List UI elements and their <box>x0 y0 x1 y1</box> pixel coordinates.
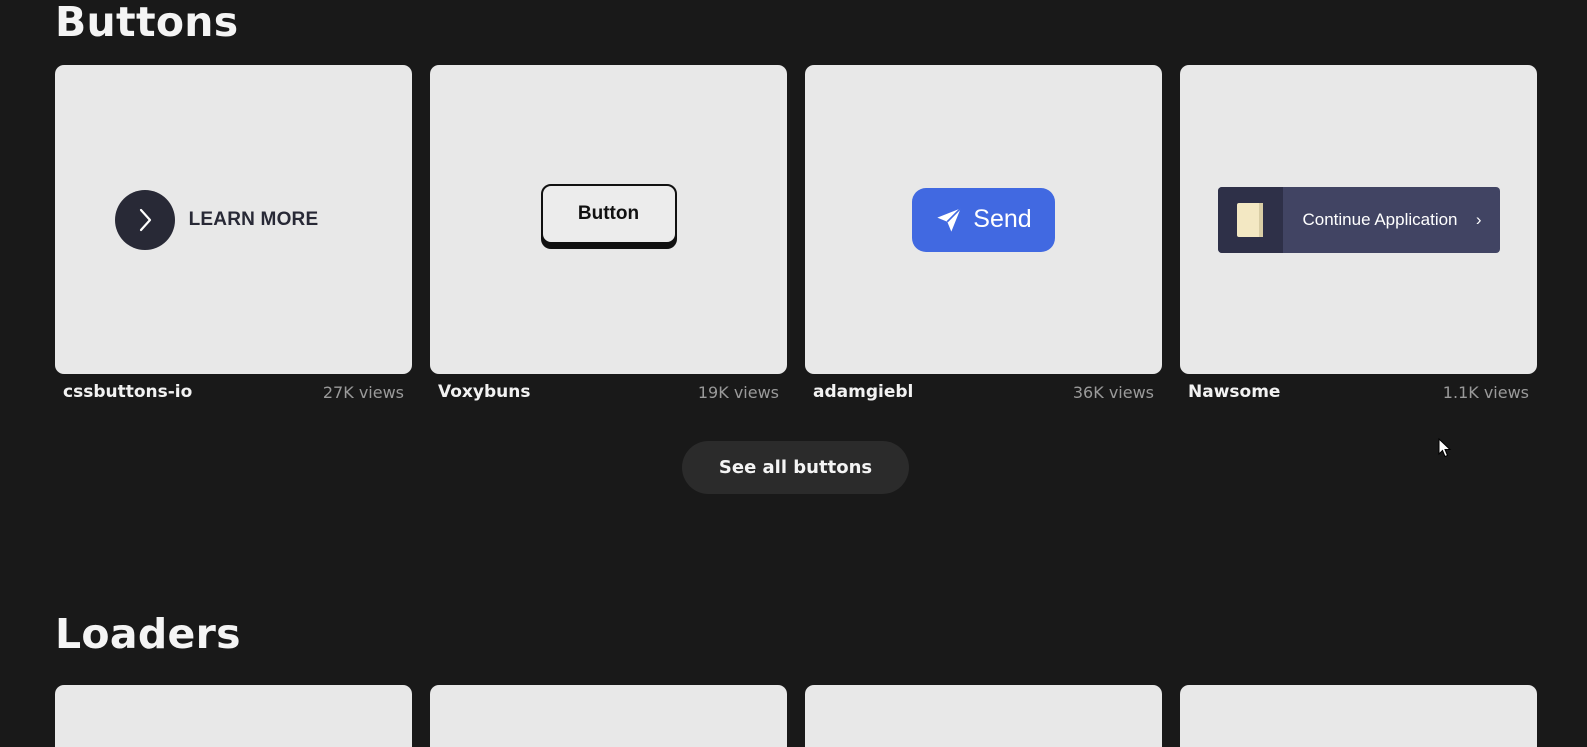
continue-icon-box <box>1217 186 1283 253</box>
card-meta: adamgiebl 36K views <box>805 382 1162 402</box>
button-preview-card[interactable]: LEARN MORE <box>55 65 412 374</box>
send-button[interactable]: Send <box>912 187 1055 252</box>
buttons-grid: LEARN MORE cssbuttons-io 27K views Butto… <box>55 65 1537 402</box>
card-author[interactable]: Nawsome <box>1188 382 1280 402</box>
chevron-right-icon: › <box>1475 209 1482 229</box>
learn-more-label: LEARN MORE <box>188 208 319 230</box>
loader-preview-card[interactable] <box>430 685 787 747</box>
send-label: Send <box>973 205 1032 233</box>
loader-preview-card[interactable] <box>1180 685 1537 747</box>
buttons-section-title: Buttons <box>55 0 239 46</box>
button-card: LEARN MORE cssbuttons-io 27K views <box>55 65 412 402</box>
page: Buttons LEARN MORE cssbuttons-io 27K vie… <box>0 0 1587 747</box>
button-card: Send adamgiebl 36K views <box>805 65 1162 402</box>
document-icon <box>1237 202 1263 237</box>
continue-label: Continue Application <box>1302 209 1458 229</box>
card-author[interactable]: adamgiebl <box>813 382 913 402</box>
button-preview-card[interactable]: Send <box>805 65 1162 374</box>
button-card: Continue Application › Nawsome 1.1K view… <box>1180 65 1537 402</box>
card-author[interactable]: cssbuttons-io <box>63 382 192 402</box>
continue-label-area: Continue Application › <box>1283 187 1500 253</box>
see-all-buttons-button[interactable]: See all buttons <box>682 441 909 494</box>
button-preview-card[interactable]: Button <box>430 65 787 374</box>
card-views: 27K views <box>322 382 404 402</box>
paper-plane-icon <box>937 207 962 232</box>
card-meta: cssbuttons-io 27K views <box>55 382 412 402</box>
loaders-grid <box>55 685 1537 747</box>
loaders-section-title: Loaders <box>55 610 241 658</box>
loader-preview-card[interactable] <box>55 685 412 747</box>
card-views: 1.1K views <box>1442 382 1529 402</box>
card-views: 36K views <box>1072 382 1154 402</box>
card-meta: Voxybuns 19K views <box>430 382 787 402</box>
loader-preview-card[interactable] <box>805 685 1162 747</box>
button-card: Button Voxybuns 19K views <box>430 65 787 402</box>
button-preview-card[interactable]: Continue Application › <box>1180 65 1537 374</box>
continue-application-button[interactable]: Continue Application › <box>1217 186 1500 253</box>
chevron-right-icon <box>139 208 151 231</box>
voxy-button[interactable]: Button <box>540 183 677 244</box>
mouse-cursor-icon <box>1438 438 1452 458</box>
card-views: 19K views <box>697 382 779 402</box>
learn-more-circle <box>114 189 175 250</box>
card-author[interactable]: Voxybuns <box>438 382 530 402</box>
learn-more-button[interactable]: LEARN MORE <box>114 189 319 250</box>
card-meta: Nawsome 1.1K views <box>1180 382 1537 402</box>
